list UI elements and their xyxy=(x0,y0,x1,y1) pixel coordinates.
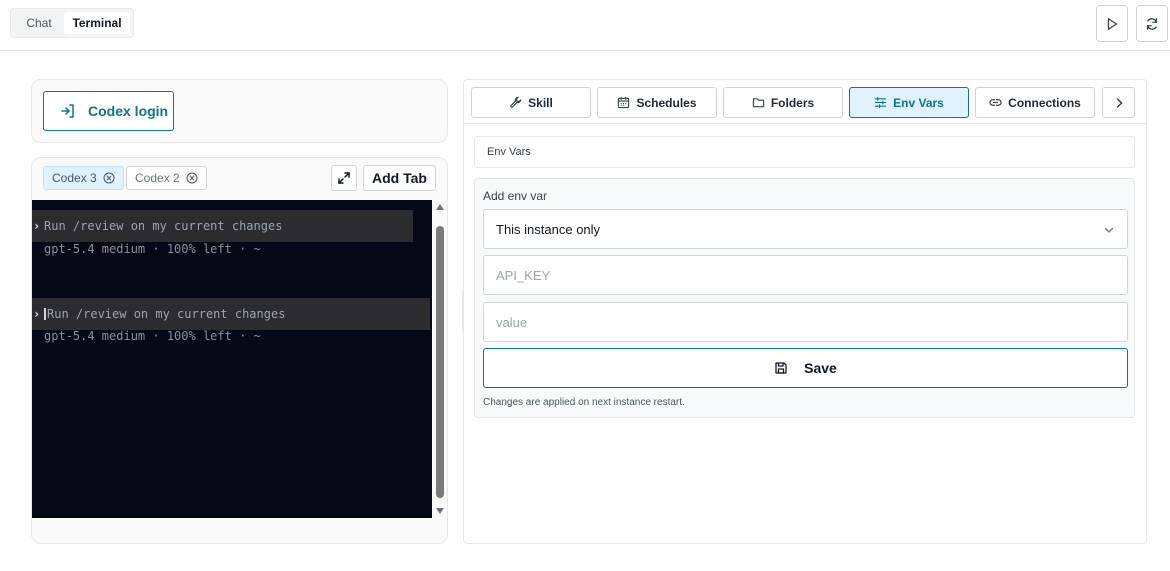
env-key-input[interactable] xyxy=(496,256,1127,294)
login-icon xyxy=(61,104,74,118)
tab-schedules[interactable]: Schedules xyxy=(597,87,717,118)
tab-connections[interactable]: Connections xyxy=(975,87,1095,118)
chevron-down-icon xyxy=(1104,227,1114,233)
terminal-tab-label: Codex 3 xyxy=(52,171,97,185)
tab-folders[interactable]: Folders xyxy=(723,87,843,118)
terminal-prompt-line: › Run /review on my current changes xyxy=(32,210,413,242)
save-icon xyxy=(775,362,787,374)
scroll-down-arrow[interactable] xyxy=(436,508,444,514)
tab-skill[interactable]: Skill xyxy=(471,87,591,118)
mode-chat-button[interactable]: Chat xyxy=(14,12,64,34)
add-env-var-form: Add env var This instance only Save Chan… xyxy=(474,178,1135,418)
run-button[interactable] xyxy=(1096,5,1128,42)
refresh-button[interactable] xyxy=(1136,5,1168,42)
wrench-icon xyxy=(510,96,522,108)
add-tab-button[interactable]: Add Tab xyxy=(363,165,436,191)
tab-label: Skill xyxy=(528,95,553,110)
env-value-input[interactable] xyxy=(496,303,1127,341)
top-bar: Chat Terminal xyxy=(0,0,1170,51)
refresh-icon xyxy=(1146,17,1158,30)
terminal-status-line: gpt-5.4 medium · 100% left · ~ xyxy=(44,329,261,343)
codex-login-button[interactable]: Codex login xyxy=(43,91,174,131)
prompt-glyph: › xyxy=(33,219,41,233)
close-circle-icon[interactable] xyxy=(103,172,115,184)
save-label: Save xyxy=(804,360,837,376)
terminal-status-line: gpt-5.4 medium · 100% left · ~ xyxy=(44,242,261,256)
expand-icon xyxy=(338,172,350,184)
tabs-scroll-right-button[interactable] xyxy=(1102,87,1135,118)
settings-panel: Skill Schedules Folders Env Vars Connect… xyxy=(463,79,1147,544)
terminal-cursor xyxy=(44,308,46,320)
folder-icon xyxy=(752,98,764,108)
add-env-var-label: Add env var xyxy=(483,189,548,203)
close-circle-icon[interactable] xyxy=(186,172,198,184)
link-icon xyxy=(989,99,1002,106)
sliders-icon xyxy=(874,96,887,109)
mode-terminal-button[interactable]: Terminal xyxy=(64,12,130,34)
mode-toggle: Chat Terminal xyxy=(10,8,134,38)
save-button[interactable]: Save xyxy=(483,348,1128,388)
terminal-command-text: Run /review on my current changes xyxy=(44,219,283,233)
terminal-prompt-line: › Run /review on my current changes xyxy=(32,298,430,330)
scope-select[interactable]: This instance only xyxy=(483,209,1128,249)
env-value-field xyxy=(483,302,1128,342)
codex-login-label: Codex login xyxy=(88,103,169,119)
terminal-tab-codex-2[interactable]: Codex 2 xyxy=(126,166,207,190)
chevron-right-icon xyxy=(1116,97,1123,108)
play-icon xyxy=(1107,17,1118,30)
terminal-output[interactable]: › Run /review on my current changes gpt-5… xyxy=(32,200,432,518)
terminal-scrollbar[interactable] xyxy=(434,200,446,518)
scroll-thumb[interactable] xyxy=(436,226,444,498)
terminal-command-text: Run /review on my current changes xyxy=(47,307,286,321)
prompt-glyph: › xyxy=(33,307,41,321)
calendar-icon xyxy=(618,96,630,109)
terminal-tab-codex-3[interactable]: Codex 3 xyxy=(43,166,124,190)
terminal-tab-label: Codex 2 xyxy=(135,171,180,185)
tab-env-vars[interactable]: Env Vars xyxy=(849,87,969,118)
tab-label: Schedules xyxy=(636,95,697,110)
tab-label: Folders xyxy=(770,95,815,110)
env-key-field xyxy=(483,255,1128,295)
terminal-tab-bar: Codex 3 Codex 2 Add Tab xyxy=(32,158,447,200)
restart-note: Changes are applied on next instance res… xyxy=(483,397,685,408)
settings-tab-bar: Skill Schedules Folders Env Vars Connect… xyxy=(464,80,1146,124)
scroll-up-arrow[interactable] xyxy=(436,204,444,210)
expand-button[interactable] xyxy=(331,165,357,191)
tab-label: Env Vars xyxy=(893,95,944,110)
login-card: Codex login xyxy=(31,79,448,143)
tab-label: Connections xyxy=(1008,95,1081,110)
terminal-card: Codex 3 Codex 2 Add Tab › Run /review on … xyxy=(31,157,448,544)
scope-select-value: This instance only xyxy=(496,221,601,237)
section-title: Env Vars xyxy=(474,136,1135,168)
